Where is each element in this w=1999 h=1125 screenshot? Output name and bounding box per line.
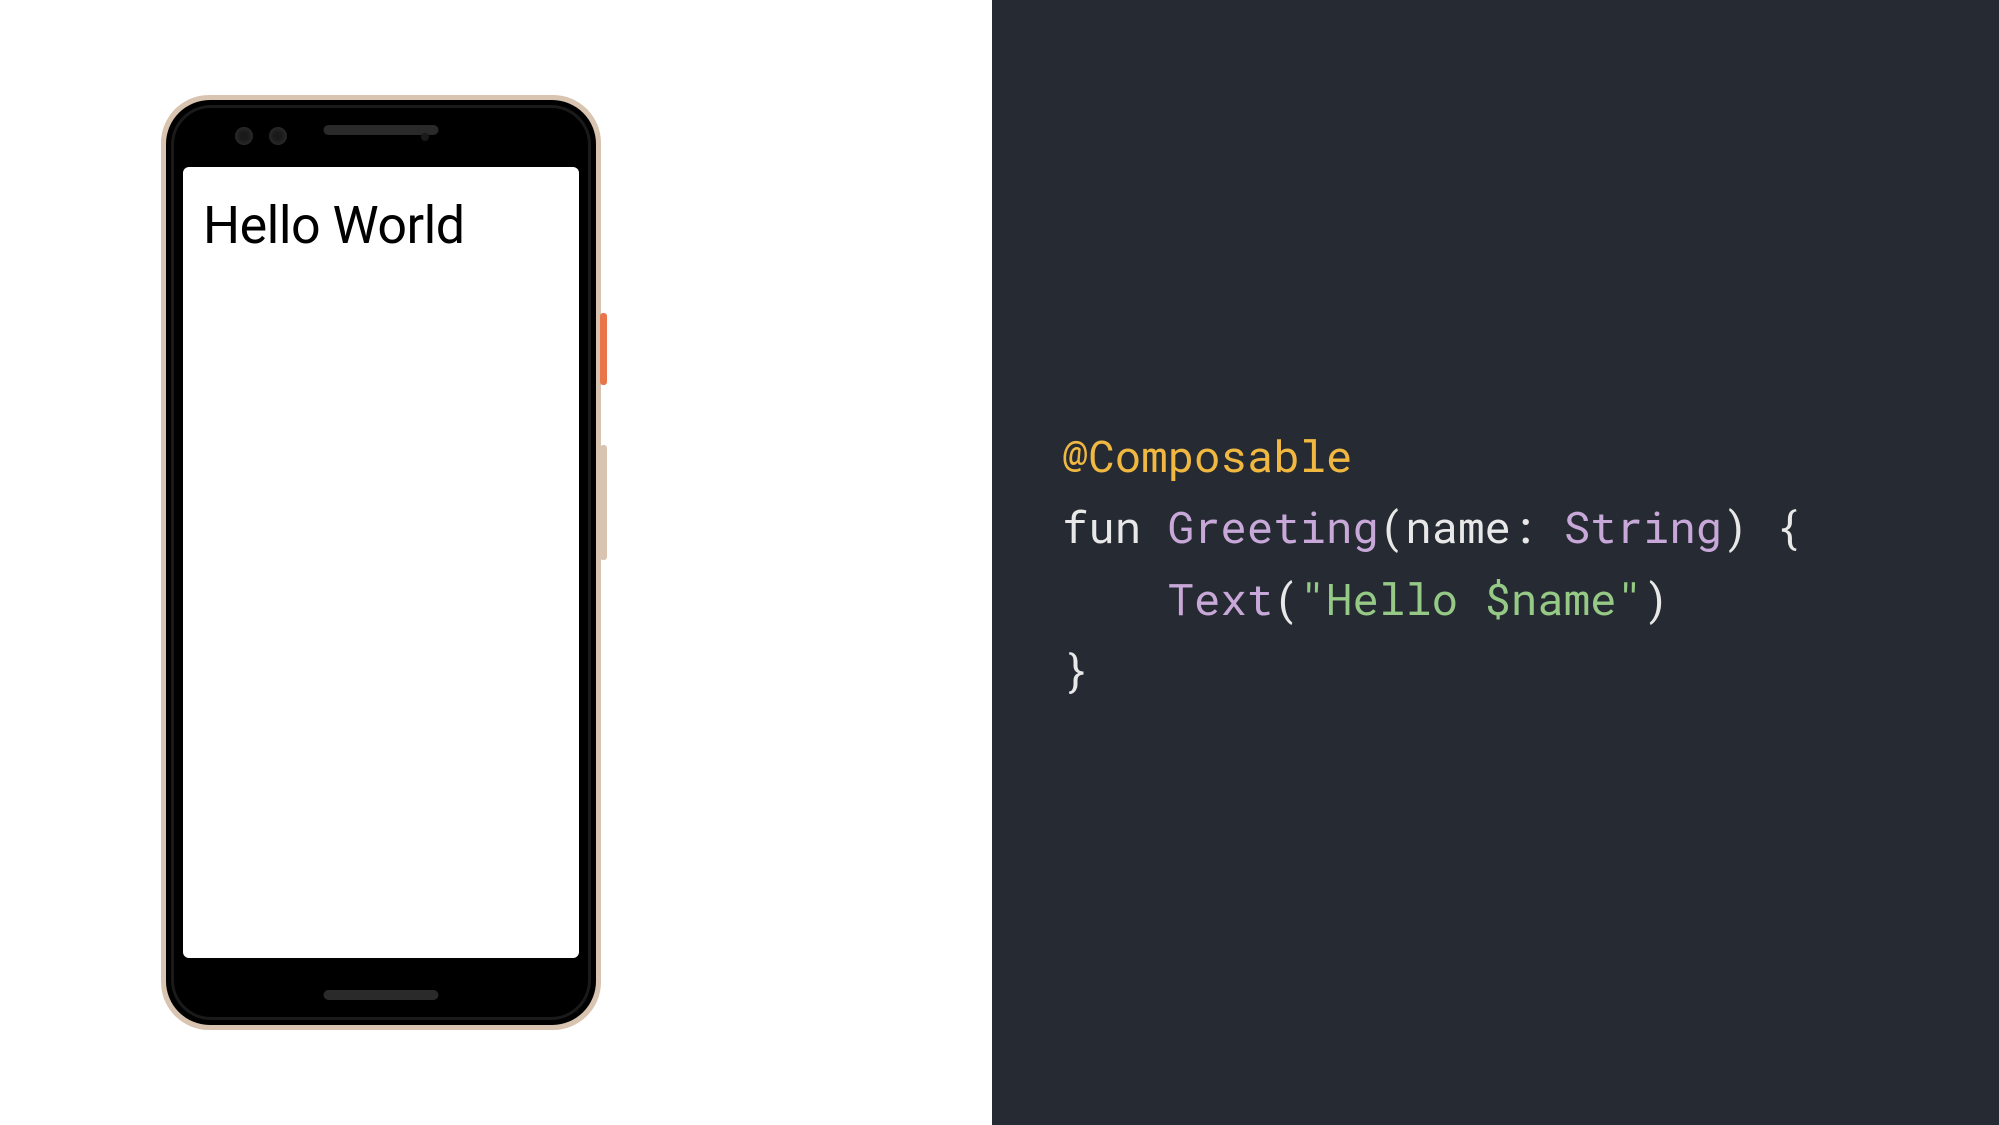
paren-close: ) — [1722, 497, 1748, 555]
bottom-speaker-icon — [324, 990, 439, 1000]
volume-button-icon — [600, 445, 607, 560]
greeting-text: Hello World — [203, 195, 559, 256]
power-button-icon — [600, 313, 607, 385]
call-open: ( — [1273, 569, 1299, 627]
param-name: name — [1405, 497, 1511, 555]
phone-mockup: Hello World — [161, 95, 601, 1030]
type-name: String — [1564, 497, 1722, 555]
front-camera-icon — [235, 127, 253, 145]
keyword-fun: fun — [1062, 497, 1141, 555]
preview-panel: Hello World — [0, 0, 992, 1125]
brace-open: { — [1749, 497, 1802, 555]
paren-open: ( — [1379, 497, 1405, 555]
code-panel: @Composable fun Greeting(name: String) {… — [992, 0, 1999, 1125]
indent — [1062, 569, 1168, 627]
sensor-icon — [421, 133, 429, 141]
string-literal: "Hello $name" — [1300, 569, 1643, 627]
front-camera-2-icon — [269, 127, 287, 145]
function-name: Greeting — [1168, 497, 1379, 555]
phone-screen: Hello World — [183, 167, 579, 958]
call-close: ) — [1643, 569, 1669, 627]
annotation-token: @Composable — [1062, 426, 1352, 484]
colon: : — [1511, 497, 1564, 555]
text-call: Text — [1168, 569, 1274, 627]
code-snippet: @Composable fun Greeting(name: String) {… — [1062, 420, 1801, 705]
brace-close: } — [1062, 640, 1088, 698]
